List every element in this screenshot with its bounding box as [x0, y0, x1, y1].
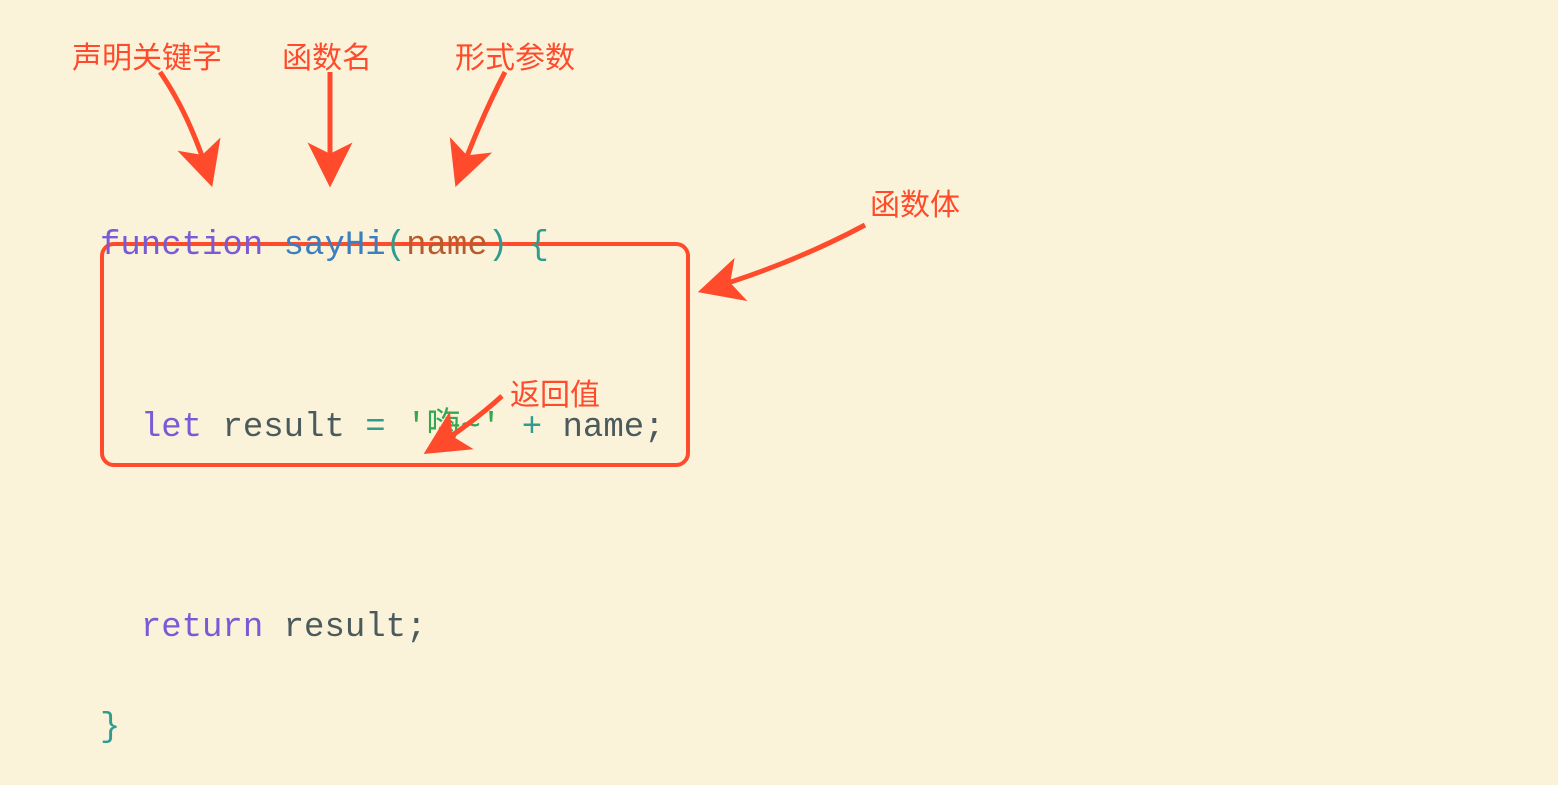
semi-1: ;	[644, 409, 664, 447]
label-param: 形式参数	[455, 33, 575, 77]
keyword-let: let	[141, 409, 202, 447]
paren-open: (	[386, 227, 406, 265]
brace-open: {	[529, 227, 549, 265]
brace-close: }	[100, 709, 120, 747]
function-name: sayHi	[284, 227, 386, 265]
keyword-return: return	[141, 609, 263, 647]
string-literal: '嗨~'	[406, 409, 501, 447]
semi-2: ;	[406, 609, 426, 647]
label-keyword: 声明关键字	[72, 33, 222, 77]
op-plus: +	[522, 409, 542, 447]
label-funcname: 函数名	[282, 33, 372, 77]
var-result: result	[222, 409, 344, 447]
paren-close: )	[488, 227, 508, 265]
label-body: 函数体	[870, 180, 960, 224]
code-block: function sayHi(name) { let result = '嗨~'…	[100, 195, 665, 785]
var-name: name	[563, 409, 645, 447]
op-assign: =	[365, 409, 385, 447]
param-name: name	[406, 227, 488, 265]
return-var: result	[284, 609, 406, 647]
keyword-function: function	[100, 227, 263, 265]
